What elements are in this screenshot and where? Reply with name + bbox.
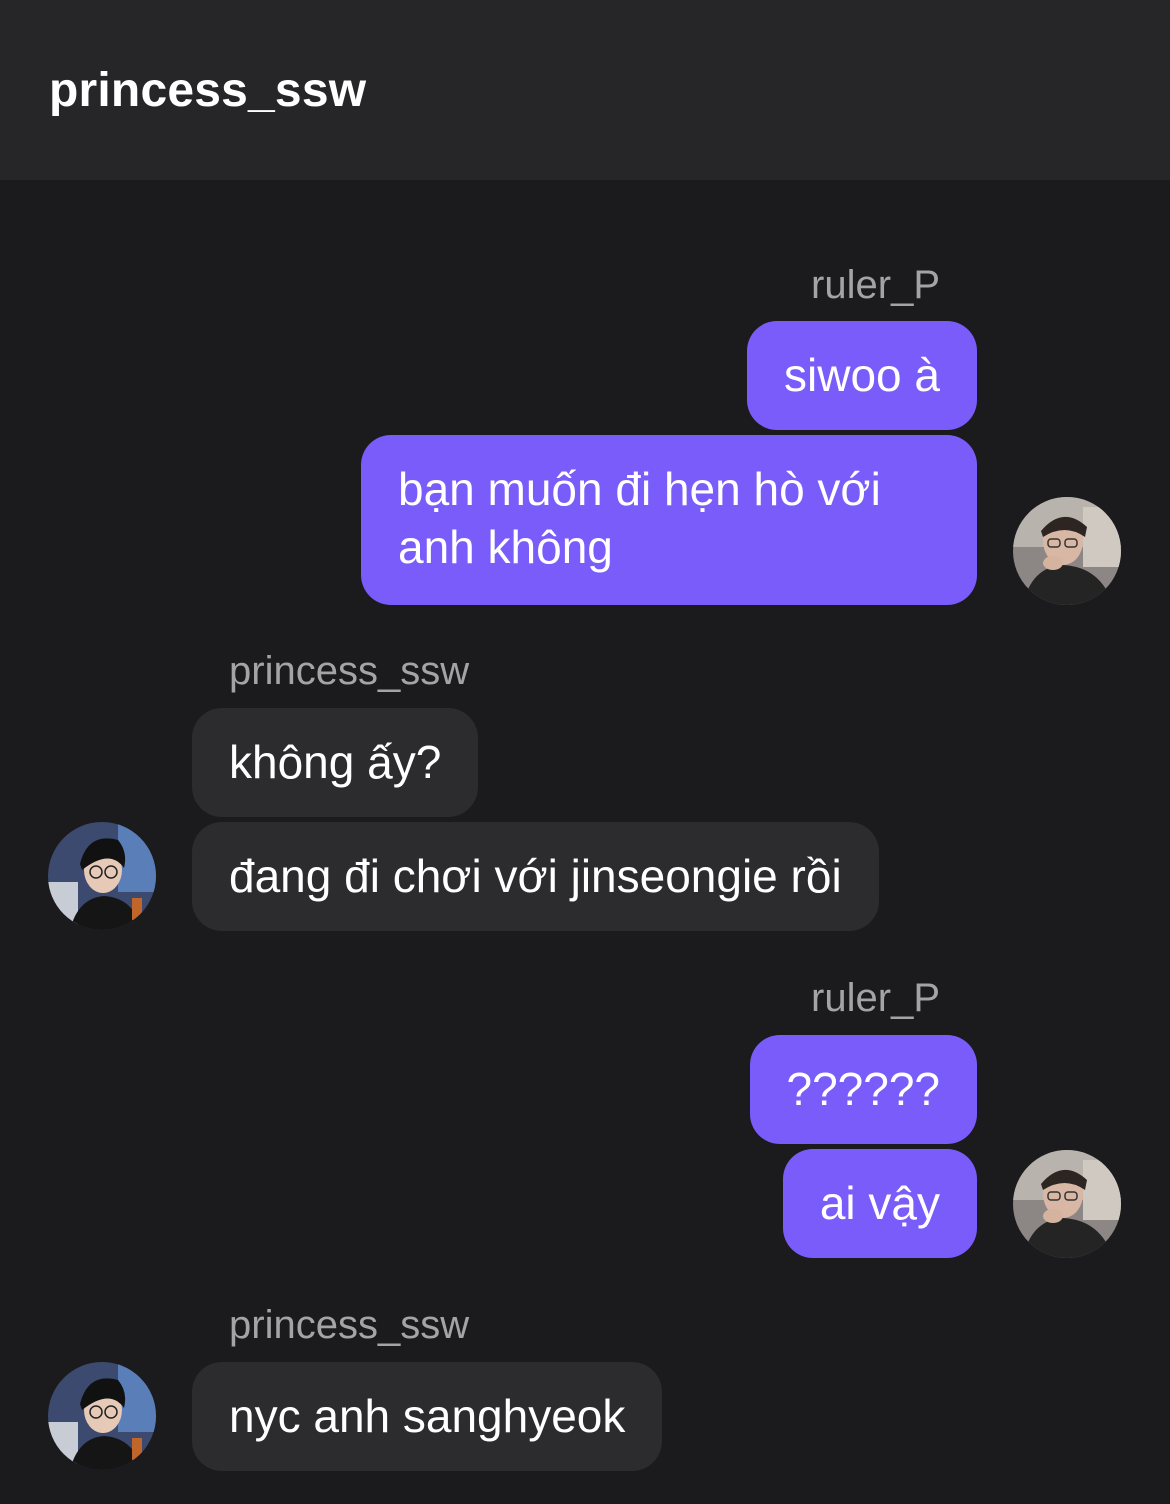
avatar-ruler-p[interactable] (1013, 497, 1121, 605)
avatar-photo-icon (48, 1362, 156, 1470)
avatar-princess-ssw[interactable] (48, 1362, 156, 1470)
avatar-princess-ssw[interactable] (48, 822, 156, 930)
avatar-photo-icon (1013, 1150, 1121, 1258)
sender-name: ruler_P (811, 976, 940, 1020)
avatar-photo-icon (48, 822, 156, 930)
message-bubble-incoming[interactable]: không ấy? (192, 708, 479, 817)
message-bubble-outgoing[interactable]: bạn muốn đi hẹn hò với anh không (361, 435, 977, 605)
avatar-ruler-p[interactable] (1013, 1150, 1121, 1258)
chat-title[interactable]: princess_ssw (49, 63, 366, 119)
message-bubble-outgoing[interactable]: ai vậy (782, 1149, 977, 1258)
avatar-photo-icon (1013, 497, 1121, 605)
sender-name: princess_ssw (229, 1303, 470, 1347)
message-bubble-incoming[interactable]: đang đi chơi với jinseongie rồi (192, 822, 879, 931)
chat-header: princess_ssw (0, 0, 1170, 180)
message-bubble-outgoing[interactable]: ?????? (749, 1035, 977, 1144)
sender-name: princess_ssw (229, 649, 470, 693)
message-bubble-incoming[interactable]: nyc anh sanghyeok (192, 1362, 663, 1471)
sender-name: ruler_P (811, 263, 940, 307)
chat-window: princess_ssw ruler_P siwoo à bạn muốn đi… (0, 0, 1170, 1504)
message-bubble-outgoing[interactable]: siwoo à (747, 321, 977, 430)
